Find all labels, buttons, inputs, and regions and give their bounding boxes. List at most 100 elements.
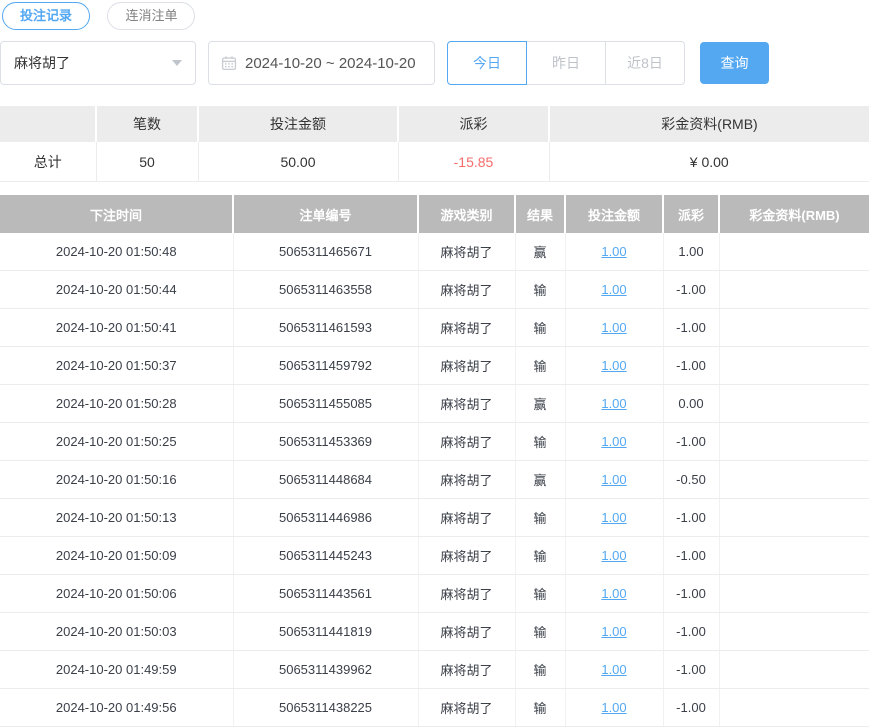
- summary-header-payout: 派彩: [398, 106, 549, 142]
- bet-amount-link[interactable]: 1.00: [601, 358, 626, 373]
- summary-header-bonus: 彩金资料(RMB): [549, 106, 869, 142]
- cell-bet-amount: 1.00: [565, 537, 663, 575]
- summary-total-payout: -15.85: [398, 142, 549, 182]
- bet-table: 下注时间 注单编号 游戏类别 结果 投注金额 派彩 彩金资料(RMB) 2024…: [0, 195, 869, 727]
- table-row: 2024-10-20 01:50:485065311465671麻将胡了赢1.0…: [0, 233, 869, 271]
- table-row: 2024-10-20 01:50:415065311461593麻将胡了输1.0…: [0, 309, 869, 347]
- cell-order-id: 5065311446986: [233, 499, 418, 537]
- cell-bet-amount: 1.00: [565, 461, 663, 499]
- tabs: 投注记录 连消注单: [0, 0, 869, 30]
- cell-bonus: [719, 233, 869, 271]
- summary-header-blank: [0, 106, 96, 142]
- summary-header-count: 笔数: [96, 106, 198, 142]
- cell-order-id: 5065311455085: [233, 385, 418, 423]
- cell-result: 输: [515, 613, 565, 651]
- cell-result: 输: [515, 575, 565, 613]
- cell-bet-time: 2024-10-20 01:50:03: [0, 613, 233, 651]
- cell-bet-time: 2024-10-20 01:50:48: [0, 233, 233, 271]
- cell-order-id: 5065311441819: [233, 613, 418, 651]
- bet-amount-link[interactable]: 1.00: [601, 548, 626, 563]
- yesterday-button[interactable]: 昨日: [526, 41, 606, 85]
- header-result: 结果: [515, 195, 565, 233]
- cell-payout: -0.50: [663, 461, 719, 499]
- cell-bonus: [719, 613, 869, 651]
- bet-amount-link[interactable]: 1.00: [601, 396, 626, 411]
- cell-result: 输: [515, 537, 565, 575]
- bet-amount-link[interactable]: 1.00: [601, 662, 626, 677]
- cell-payout: -1.00: [663, 423, 719, 461]
- calendar-icon: [221, 55, 237, 71]
- cell-order-id: 5065311438225: [233, 689, 418, 727]
- cell-game-type: 麻将胡了: [418, 271, 515, 309]
- cell-order-id: 5065311439962: [233, 651, 418, 689]
- table-row: 2024-10-20 01:50:035065311441819麻将胡了输1.0…: [0, 613, 869, 651]
- game-select[interactable]: 麻将胡了: [0, 41, 196, 85]
- bet-amount-link[interactable]: 1.00: [601, 320, 626, 335]
- cell-payout: -1.00: [663, 651, 719, 689]
- today-button[interactable]: 今日: [447, 41, 527, 85]
- table-row: 2024-10-20 01:50:065065311443561麻将胡了输1.0…: [0, 575, 869, 613]
- bet-amount-link[interactable]: 1.00: [601, 282, 626, 297]
- bet-amount-link[interactable]: 1.00: [601, 472, 626, 487]
- cell-bet-amount: 1.00: [565, 233, 663, 271]
- bet-table-body: 2024-10-20 01:50:485065311465671麻将胡了赢1.0…: [0, 233, 869, 727]
- header-game-type: 游戏类别: [418, 195, 515, 233]
- date-range-input[interactable]: 2024-10-20 ~ 2024-10-20: [208, 41, 435, 85]
- cell-game-type: 麻将胡了: [418, 423, 515, 461]
- cell-bet-time: 2024-10-20 01:50:13: [0, 499, 233, 537]
- cell-bet-time: 2024-10-20 01:50:09: [0, 537, 233, 575]
- cell-bonus: [719, 271, 869, 309]
- cell-result: 输: [515, 423, 565, 461]
- bet-amount-link[interactable]: 1.00: [601, 624, 626, 639]
- bet-amount-link[interactable]: 1.00: [601, 586, 626, 601]
- table-row: 2024-10-20 01:50:095065311445243麻将胡了输1.0…: [0, 537, 869, 575]
- tab-cancelled-orders[interactable]: 连消注单: [107, 2, 195, 30]
- cell-bonus: [719, 499, 869, 537]
- tab-bet-records[interactable]: 投注记录: [2, 2, 90, 30]
- search-button[interactable]: 查询: [700, 42, 769, 84]
- cell-bet-amount: 1.00: [565, 499, 663, 537]
- cell-payout: -1.00: [663, 537, 719, 575]
- summary-total-count: 50: [96, 142, 198, 182]
- cell-bet-time: 2024-10-20 01:50:16: [0, 461, 233, 499]
- cell-result: 输: [515, 689, 565, 727]
- cell-bonus: [719, 385, 869, 423]
- cell-bet-time: 2024-10-20 01:49:59: [0, 651, 233, 689]
- bet-amount-link[interactable]: 1.00: [601, 434, 626, 449]
- header-bet-time: 下注时间: [0, 195, 233, 233]
- table-row: 2024-10-20 01:50:445065311463558麻将胡了输1.0…: [0, 271, 869, 309]
- cell-bonus: [719, 537, 869, 575]
- cell-payout: -1.00: [663, 689, 719, 727]
- cell-bet-amount: 1.00: [565, 651, 663, 689]
- header-bonus: 彩金资料(RMB): [719, 195, 869, 233]
- bet-amount-link[interactable]: 1.00: [601, 700, 626, 715]
- bet-amount-link[interactable]: 1.00: [601, 510, 626, 525]
- cell-result: 输: [515, 309, 565, 347]
- cell-game-type: 麻将胡了: [418, 575, 515, 613]
- date-quick-buttons: 今日 昨日 近8日: [447, 41, 685, 85]
- date-range-value: 2024-10-20 ~ 2024-10-20: [245, 55, 416, 72]
- cell-bet-amount: 1.00: [565, 613, 663, 651]
- cell-game-type: 麻将胡了: [418, 309, 515, 347]
- summary-header-bet-amount: 投注金额: [198, 106, 398, 142]
- cell-payout: 0.00: [663, 385, 719, 423]
- last-8-days-button[interactable]: 近8日: [605, 41, 685, 85]
- table-row: 2024-10-20 01:50:135065311446986麻将胡了输 1.0…: [0, 499, 869, 537]
- betting-records-page: 投注记录 连消注单 麻将胡了 2024-10-20 ~ 2024-10-20 今…: [0, 0, 869, 727]
- cell-result: 输: [515, 499, 565, 537]
- summary-header-row: 笔数 投注金额 派彩 彩金资料(RMB): [0, 106, 869, 142]
- summary-total-bonus: ¥ 0.00: [549, 142, 869, 182]
- cell-game-type: 麻将胡了: [418, 499, 515, 537]
- cell-payout: 1.00: [663, 233, 719, 271]
- cell-result: 赢: [515, 385, 565, 423]
- cell-bet-time: 2024-10-20 01:50:41: [0, 309, 233, 347]
- summary-total-row: 总计 50 50.00 -15.85 ¥ 0.00: [0, 142, 869, 182]
- cell-result: 赢: [515, 233, 565, 271]
- cell-bet-time: 2024-10-20 01:50:28: [0, 385, 233, 423]
- cell-game-type: 麻将胡了: [418, 461, 515, 499]
- header-payout: 派彩: [663, 195, 719, 233]
- cell-game-type: 麻将胡了: [418, 233, 515, 271]
- table-row: 2024-10-20 01:49:595065311439962麻将胡了输1.0…: [0, 651, 869, 689]
- cell-payout: -1.00: [663, 575, 719, 613]
- bet-amount-link[interactable]: 1.00: [601, 244, 626, 259]
